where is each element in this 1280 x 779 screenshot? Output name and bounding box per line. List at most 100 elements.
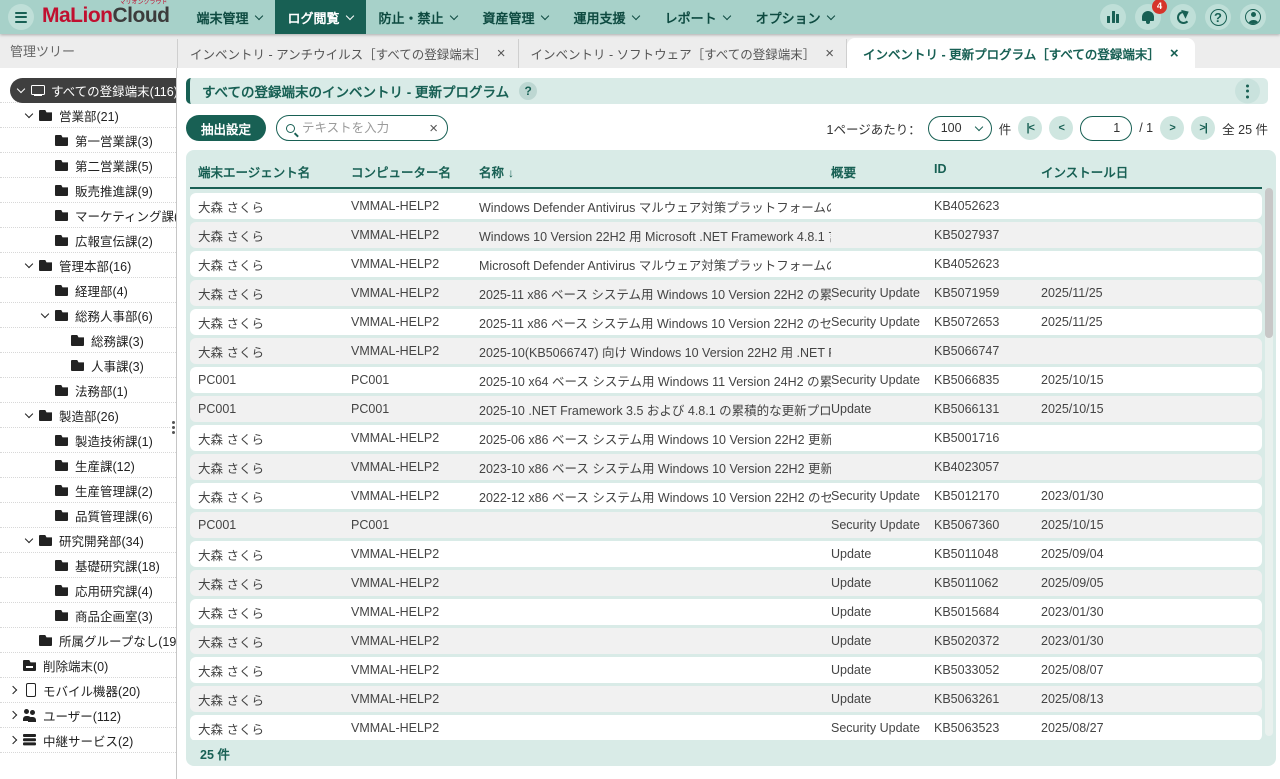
tree-item[interactable]: すべての登録端末(116) — [0, 78, 176, 103]
extract-settings-button[interactable]: 抽出設定 — [186, 115, 266, 141]
tree-item[interactable]: 広報宣伝課(2) — [0, 228, 176, 253]
tree-item[interactable]: 生産管理課(2) — [0, 478, 176, 503]
tree-expander-icon[interactable] — [9, 736, 17, 744]
help-icon[interactable]: ? — [519, 82, 537, 100]
table-row[interactable]: 大森 さくら VMMAL-HELP2 Microsoft Defender An… — [190, 251, 1262, 277]
column-header-install-date[interactable]: インストール日 — [1041, 162, 1262, 181]
nav-menu-item[interactable]: 資産管理 — [470, 0, 561, 34]
table-row[interactable]: 大森 さくら VMMAL-HELP2 Security Update KB506… — [190, 715, 1262, 740]
nav-menu-item[interactable]: 端末管理 — [183, 0, 274, 34]
tree-expander-icon[interactable] — [25, 109, 33, 117]
table-row[interactable]: 大森 さくら VMMAL-HELP2 2025-10(KB5066747) 向け… — [190, 338, 1262, 364]
tree-item[interactable]: 中継サービス(2) — [0, 728, 176, 753]
tree-item[interactable]: 管理本部(16) — [0, 253, 176, 278]
tree-item[interactable]: 研究開発部(34) — [0, 528, 176, 553]
nav-menu-item[interactable]: 運用支援 — [561, 0, 652, 34]
tree-expander-icon[interactable] — [41, 309, 49, 317]
close-icon[interactable]: × — [1170, 46, 1179, 61]
tree-item[interactable]: 応用研究課(4) — [0, 578, 176, 603]
tree-expander-icon[interactable] — [17, 84, 25, 92]
page-number-input[interactable] — [1080, 116, 1132, 141]
column-header-computer[interactable]: コンピューター名 — [351, 162, 479, 181]
tree-expander-icon[interactable] — [25, 534, 33, 542]
tree-expander-icon[interactable] — [25, 259, 33, 267]
table-row[interactable]: 大森 さくら VMMAL-HELP2 2022-12 x86 ベース システム用… — [190, 483, 1262, 509]
table-row[interactable]: 大森 さくら VMMAL-HELP2 Update KB5063261 2025… — [190, 686, 1262, 712]
tab-inventory-antivirus[interactable]: インベントリ - アンチウイルス［すべての登録端末］ × — [177, 39, 518, 68]
tree-item[interactable]: 生産課(12) — [0, 453, 176, 478]
help-button[interactable]: ? — [1205, 4, 1231, 30]
next-page-button[interactable]: > — [1160, 116, 1184, 140]
prev-page-button[interactable]: < — [1049, 116, 1073, 140]
last-page-button[interactable]: >| — [1191, 116, 1215, 140]
tree-item[interactable]: 販売推進課(9) — [0, 178, 176, 203]
cell-agent: 大森 さくら — [198, 197, 351, 216]
table-row[interactable]: PC001 PC001 2025-10 .NET Framework 3.5 お… — [190, 396, 1262, 422]
close-icon[interactable]: × — [825, 46, 834, 61]
sidebar-resize-handle[interactable] — [170, 416, 177, 438]
tree-item[interactable]: 経理部(4) — [0, 278, 176, 303]
tree-item[interactable]: 第一営業課(3) — [0, 128, 176, 153]
nav-menu-item[interactable]: オプション — [743, 0, 847, 34]
tree-item[interactable]: 第二営業課(5) — [0, 153, 176, 178]
table-row[interactable]: PC001 PC001 Security Update KB5067360 20… — [190, 512, 1262, 538]
tree-item[interactable]: 製造部(26) — [0, 403, 176, 428]
table-row[interactable]: 大森 さくら VMMAL-HELP2 2023-10 x86 ベース システム用… — [190, 454, 1262, 480]
tree-item[interactable]: 所属グループなし(19) — [0, 628, 176, 653]
search-input[interactable] — [302, 121, 422, 135]
tree-panel-title: 管理ツリー — [0, 41, 177, 68]
tree-item[interactable]: 削除端末(0) — [0, 653, 176, 678]
tree-item[interactable]: 営業部(21) — [0, 103, 176, 128]
notifications-button[interactable]: 4 — [1135, 4, 1161, 30]
table-row[interactable]: 大森 さくら VMMAL-HELP2 2025-11 x86 ベース システム用… — [190, 280, 1262, 306]
tab-inventory-software[interactable]: インベントリ - ソフトウェア［すべての登録端末］ × — [518, 39, 848, 68]
tree-item[interactable]: マーケティング課(2) — [0, 203, 176, 228]
nav-menu-item[interactable]: 防止・禁止 — [366, 0, 470, 34]
tree-item[interactable]: 製造技術課(1) — [0, 428, 176, 453]
tree-node-icon — [55, 584, 69, 596]
tree-expander-icon[interactable] — [25, 409, 33, 417]
tree-item[interactable]: 人事課(3) — [0, 353, 176, 378]
tree-expander-icon[interactable] — [9, 711, 17, 719]
tree-node-label: 販売推進課(9) — [75, 181, 153, 200]
clear-search-icon[interactable]: × — [429, 121, 438, 136]
table-row[interactable]: 大森 さくら VMMAL-HELP2 Update KB5020372 2023… — [190, 628, 1262, 654]
nav-menu-item[interactable]: レポート — [652, 0, 743, 34]
table-row[interactable]: 大森 さくら VMMAL-HELP2 Windows Defender Anti… — [190, 193, 1262, 219]
tree-item[interactable]: モバイル機器(20) — [0, 678, 176, 703]
tree-item[interactable]: 基礎研究課(18) — [0, 553, 176, 578]
kebab-menu-button[interactable] — [1235, 79, 1260, 104]
column-header-agent[interactable]: 端末エージェント名 — [198, 162, 351, 181]
table-row[interactable]: PC001 PC001 2025-10 x64 ベース システム用 Window… — [190, 367, 1262, 393]
column-header-summary[interactable]: 概要 — [831, 162, 934, 181]
account-button[interactable] — [1240, 4, 1266, 30]
tree-item[interactable]: 品質管理課(6) — [0, 503, 176, 528]
first-page-button[interactable]: |< — [1018, 116, 1042, 140]
tab-inventory-updates[interactable]: インベントリ - 更新プログラム［すべての登録端末］ × — [847, 38, 1195, 68]
table-row[interactable]: 大森 さくら VMMAL-HELP2 2025-11 x86 ベース システム用… — [190, 309, 1262, 335]
table-row[interactable]: 大森 さくら VMMAL-HELP2 Update KB5011048 2025… — [190, 541, 1262, 567]
nav-menu-item[interactable]: ログ閲覧 — [275, 0, 366, 34]
tree-item[interactable]: ユーザー(112) — [0, 703, 176, 728]
tree-item[interactable]: 法務部(1) — [0, 378, 176, 403]
hamburger-menu-icon[interactable] — [8, 4, 34, 30]
tree-item[interactable]: 総務人事部(6) — [0, 303, 176, 328]
table-row[interactable]: 大森 さくら VMMAL-HELP2 Update KB5033052 2025… — [190, 657, 1262, 683]
cell-computer: VMMAL-HELP2 — [351, 576, 479, 590]
refresh-button[interactable] — [1170, 4, 1196, 30]
stats-icon-button[interactable] — [1100, 4, 1126, 30]
tree-item[interactable]: 総務課(3) — [0, 328, 176, 353]
per-page-select[interactable]: 100 — [928, 116, 992, 141]
column-header-name[interactable]: 名称↓ — [479, 162, 831, 181]
column-header-id[interactable]: ID — [934, 162, 1041, 181]
table-row[interactable]: 大森 さくら VMMAL-HELP2 Windows 10 Version 22… — [190, 222, 1262, 248]
tree-item[interactable]: 商品企画室(3) — [0, 603, 176, 628]
table-scrollbar[interactable] — [1265, 188, 1273, 736]
table-row[interactable]: 大森 さくら VMMAL-HELP2 2025-06 x86 ベース システム用… — [190, 425, 1262, 451]
cell-install-date: 2025/11/25 — [1041, 286, 1262, 300]
table-row[interactable]: 大森 さくら VMMAL-HELP2 Update KB5011062 2025… — [190, 570, 1262, 596]
table-row[interactable]: 大森 さくら VMMAL-HELP2 Update KB5015684 2023… — [190, 599, 1262, 625]
scrollbar-thumb[interactable] — [1265, 188, 1273, 338]
close-icon[interactable]: × — [497, 46, 506, 61]
tree-expander-icon[interactable] — [9, 686, 17, 694]
